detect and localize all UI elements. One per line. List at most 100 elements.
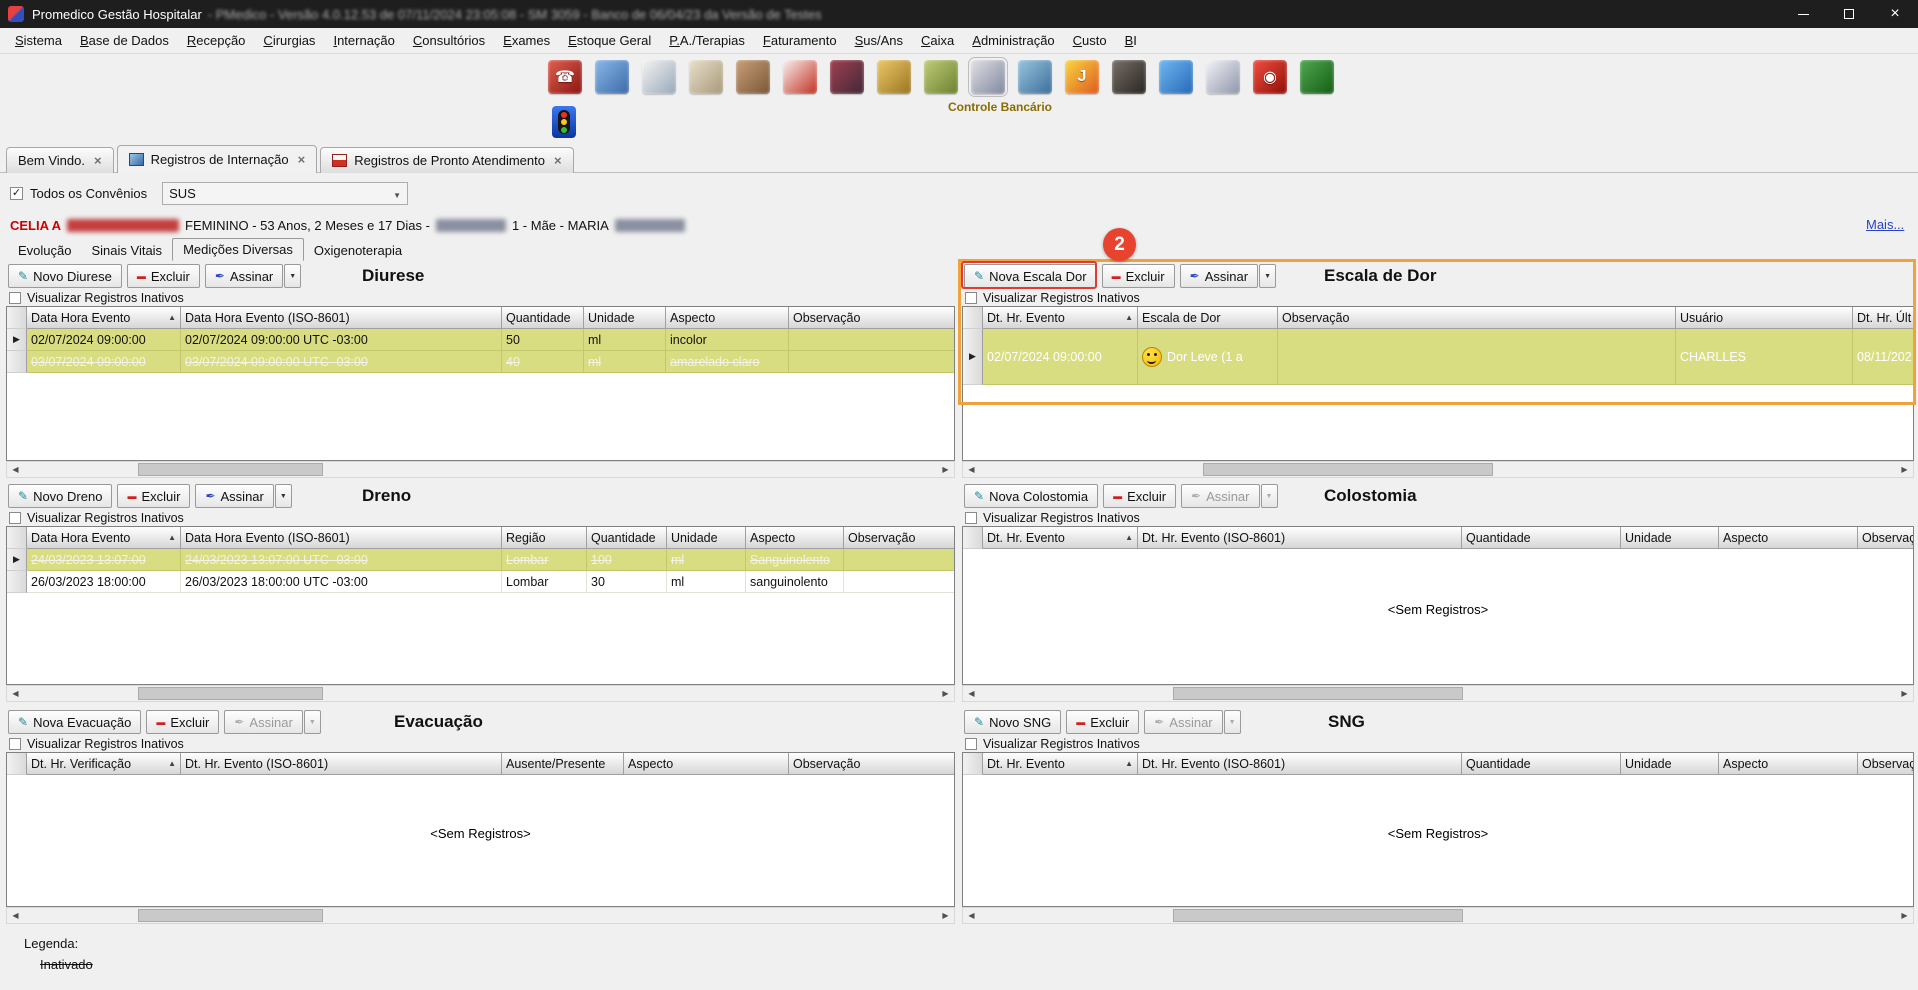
minimize-button[interactable] — [1780, 0, 1826, 28]
traffic-light-icon[interactable] — [552, 106, 576, 138]
scroll-thumb[interactable] — [138, 687, 323, 700]
dreno-delete-button[interactable]: ▬Excluir — [117, 484, 190, 508]
document-icon[interactable] — [1206, 60, 1240, 94]
escala-sign-dropdown-button[interactable]: ▼ — [1259, 264, 1276, 288]
tab-close-icon[interactable]: × — [554, 153, 562, 168]
ambulance-icon[interactable] — [783, 60, 817, 94]
scroll-left-icon[interactable]: ◀ — [7, 908, 24, 923]
diurese-delete-button[interactable]: ▬Excluir — [127, 264, 200, 288]
evacuacao-delete-button[interactable]: ▬Excluir — [146, 710, 219, 734]
colostomia-new-button[interactable]: ✎Nova Colostomia — [964, 484, 1098, 508]
dreno-row-1[interactable]: ▶24/03/2023 13:07:0024/03/2023 13:07:00 … — [7, 549, 954, 571]
colostomia-column-header-observacao[interactable]: Observação — [1858, 527, 1914, 549]
diurese-hscrollbar[interactable]: ◀▶ — [6, 461, 955, 478]
dreno-new-button[interactable]: ✎Novo Dreno — [8, 484, 112, 508]
professional-icon[interactable] — [642, 60, 676, 94]
sng-column-header-unidade[interactable]: Unidade — [1621, 753, 1719, 775]
dreno-column-header-data-hora-evento[interactable]: Data Hora Evento▲ — [27, 527, 181, 549]
evacuacao-new-button[interactable]: ✎Nova Evacuação — [8, 710, 141, 734]
more-link[interactable]: Mais... — [1866, 217, 1904, 232]
evacuacao-show-inactive-checkbox[interactable] — [9, 738, 21, 750]
scroll-thumb[interactable] — [1203, 463, 1493, 476]
chat-icon[interactable] — [1159, 60, 1193, 94]
diurese-column-header-quantidade[interactable]: Quantidade — [502, 307, 584, 329]
sng-column-header-observacao[interactable]: Observação — [1858, 753, 1914, 775]
dreno-column-header-quantidade[interactable]: Quantidade — [587, 527, 667, 549]
diurese-column-header-data-hora-evento[interactable]: Data Hora Evento▲ — [27, 307, 181, 329]
escala-show-inactive-checkbox[interactable] — [965, 292, 977, 304]
diurese-new-button[interactable]: ✎Novo Diurese — [8, 264, 122, 288]
evacuacao-sign-button[interactable]: ✒Assinar — [224, 710, 302, 734]
colostomia-column-header-dt-hr-evento-iso-8601[interactable]: Dt. Hr. Evento (ISO-8601) — [1138, 527, 1462, 549]
sng-sign-button[interactable]: ✒Assinar — [1144, 710, 1222, 734]
evacuacao-column-header-aspecto[interactable]: Aspecto — [624, 753, 789, 775]
evacuacao-hscrollbar[interactable]: ◀▶ — [6, 907, 955, 924]
dreno-column-header-unidade[interactable]: Unidade — [667, 527, 746, 549]
scroll-left-icon[interactable]: ◀ — [963, 908, 980, 923]
scroll-right-icon[interactable]: ▶ — [1896, 686, 1913, 701]
tab-close-icon[interactable]: × — [94, 153, 102, 168]
sng-column-header-dt-hr-evento-iso-8601[interactable]: Dt. Hr. Evento (ISO-8601) — [1138, 753, 1462, 775]
dreno-column-header-data-hora-evento-iso-8601[interactable]: Data Hora Evento (ISO-8601) — [181, 527, 502, 549]
sng-hscrollbar[interactable]: ◀▶ — [962, 907, 1914, 924]
escala-hscrollbar[interactable]: ◀▶ — [962, 461, 1914, 478]
tab-close-icon[interactable]: × — [298, 152, 306, 167]
sng-new-button[interactable]: ✎Novo SNG — [964, 710, 1061, 734]
diurese-column-header-aspecto[interactable]: Aspecto — [666, 307, 789, 329]
evacuacao-sign-dropdown-button[interactable]: ▼ — [304, 710, 321, 734]
hospital-bed-icon[interactable] — [736, 60, 770, 94]
diurese-row-1[interactable]: ▶02/07/2024 09:00:0002/07/2024 09:00:00 … — [7, 329, 954, 351]
scroll-left-icon[interactable]: ◀ — [963, 686, 980, 701]
colostomia-column-header-unidade[interactable]: Unidade — [1621, 527, 1719, 549]
sng-column-header-dt-hr-evento[interactable]: Dt. Hr. Evento▲ — [983, 753, 1138, 775]
escala-column-header-escala-de-dor[interactable]: Escala de Dor — [1138, 307, 1278, 329]
menu-item-p-a-terapias[interactable]: P.A./Terapias — [660, 30, 754, 51]
menu-item-administracao[interactable]: Administração — [963, 30, 1063, 51]
sng-delete-button[interactable]: ▬Excluir — [1066, 710, 1139, 734]
reception-icon[interactable] — [595, 60, 629, 94]
menu-item-estoque-geral[interactable]: Estoque Geral — [559, 30, 660, 51]
diurese-column-header-data-hora-evento-iso-8601[interactable]: Data Hora Evento (ISO-8601) — [181, 307, 502, 329]
scroll-left-icon[interactable]: ◀ — [7, 686, 24, 701]
menu-item-exames[interactable]: Exames — [494, 30, 559, 51]
escala-column-header-dt-hr-evento[interactable]: Dt. Hr. Evento▲ — [983, 307, 1138, 329]
escala-new-button[interactable]: ✎Nova Escala Dor — [964, 264, 1097, 288]
menu-item-caixa[interactable]: Caixa — [912, 30, 963, 51]
maximize-button[interactable] — [1826, 0, 1872, 28]
dreno-column-header-aspecto[interactable]: Aspecto — [746, 527, 844, 549]
scroll-thumb[interactable] — [1173, 909, 1463, 922]
equipment-icon[interactable] — [830, 60, 864, 94]
menu-item-consultorios[interactable]: Consultórios — [404, 30, 494, 51]
menu-item-base-de-dados[interactable]: Base de Dados — [71, 30, 178, 51]
subtab-sinais-vitais[interactable]: Sinais Vitais — [81, 240, 172, 261]
all-insurances-checkbox[interactable] — [10, 187, 23, 200]
evacuacao-column-header-dt-hr-evento-iso-8601[interactable]: Dt. Hr. Evento (ISO-8601) — [181, 753, 502, 775]
book-icon[interactable] — [1112, 60, 1146, 94]
colostomia-show-inactive-checkbox[interactable] — [965, 512, 977, 524]
scroll-right-icon[interactable]: ▶ — [1896, 462, 1913, 477]
market-icon[interactable] — [877, 60, 911, 94]
diurese-column-header-observacao[interactable]: Observação — [789, 307, 955, 329]
sng-column-header-quantidade[interactable]: Quantidade — [1462, 753, 1621, 775]
escala-row-1[interactable]: ▶02/07/2024 09:00:00Dor Leve (1 aCHARLLE… — [963, 329, 1913, 385]
menu-item-faturamento[interactable]: Faturamento — [754, 30, 846, 51]
escala-delete-button[interactable]: ▬Excluir — [1102, 264, 1175, 288]
escala-column-header-usuario[interactable]: Usuário — [1676, 307, 1853, 329]
tools-icon[interactable] — [924, 60, 958, 94]
colostomia-delete-button[interactable]: ▬Excluir — [1103, 484, 1176, 508]
scroll-thumb[interactable] — [138, 909, 323, 922]
diurese-row-2[interactable]: 03/07/2024 09:00:0003/07/2024 09:00:00 U… — [7, 351, 954, 373]
diurese-sign-dropdown-button[interactable]: ▼ — [284, 264, 301, 288]
menu-item-bi[interactable]: BI — [1116, 30, 1146, 51]
menu-item-recepcao[interactable]: Recepção — [178, 30, 255, 51]
escala-column-header-observacao[interactable]: Observação — [1278, 307, 1676, 329]
bank-control-icon[interactable] — [971, 60, 1005, 94]
tab-bem-vindo[interactable]: Bem Vindo.× — [6, 147, 114, 173]
colostomia-sign-dropdown-button[interactable]: ▼ — [1261, 484, 1278, 508]
globe-red-icon[interactable]: ☎ — [548, 60, 582, 94]
dreno-hscrollbar[interactable]: ◀▶ — [6, 685, 955, 702]
scroll-right-icon[interactable]: ▶ — [937, 908, 954, 923]
menu-item-sistema[interactable]: Sistema — [6, 30, 71, 51]
subtab-oxigenoterapia[interactable]: Oxigenoterapia — [304, 240, 412, 261]
clipboard-icon[interactable] — [689, 60, 723, 94]
